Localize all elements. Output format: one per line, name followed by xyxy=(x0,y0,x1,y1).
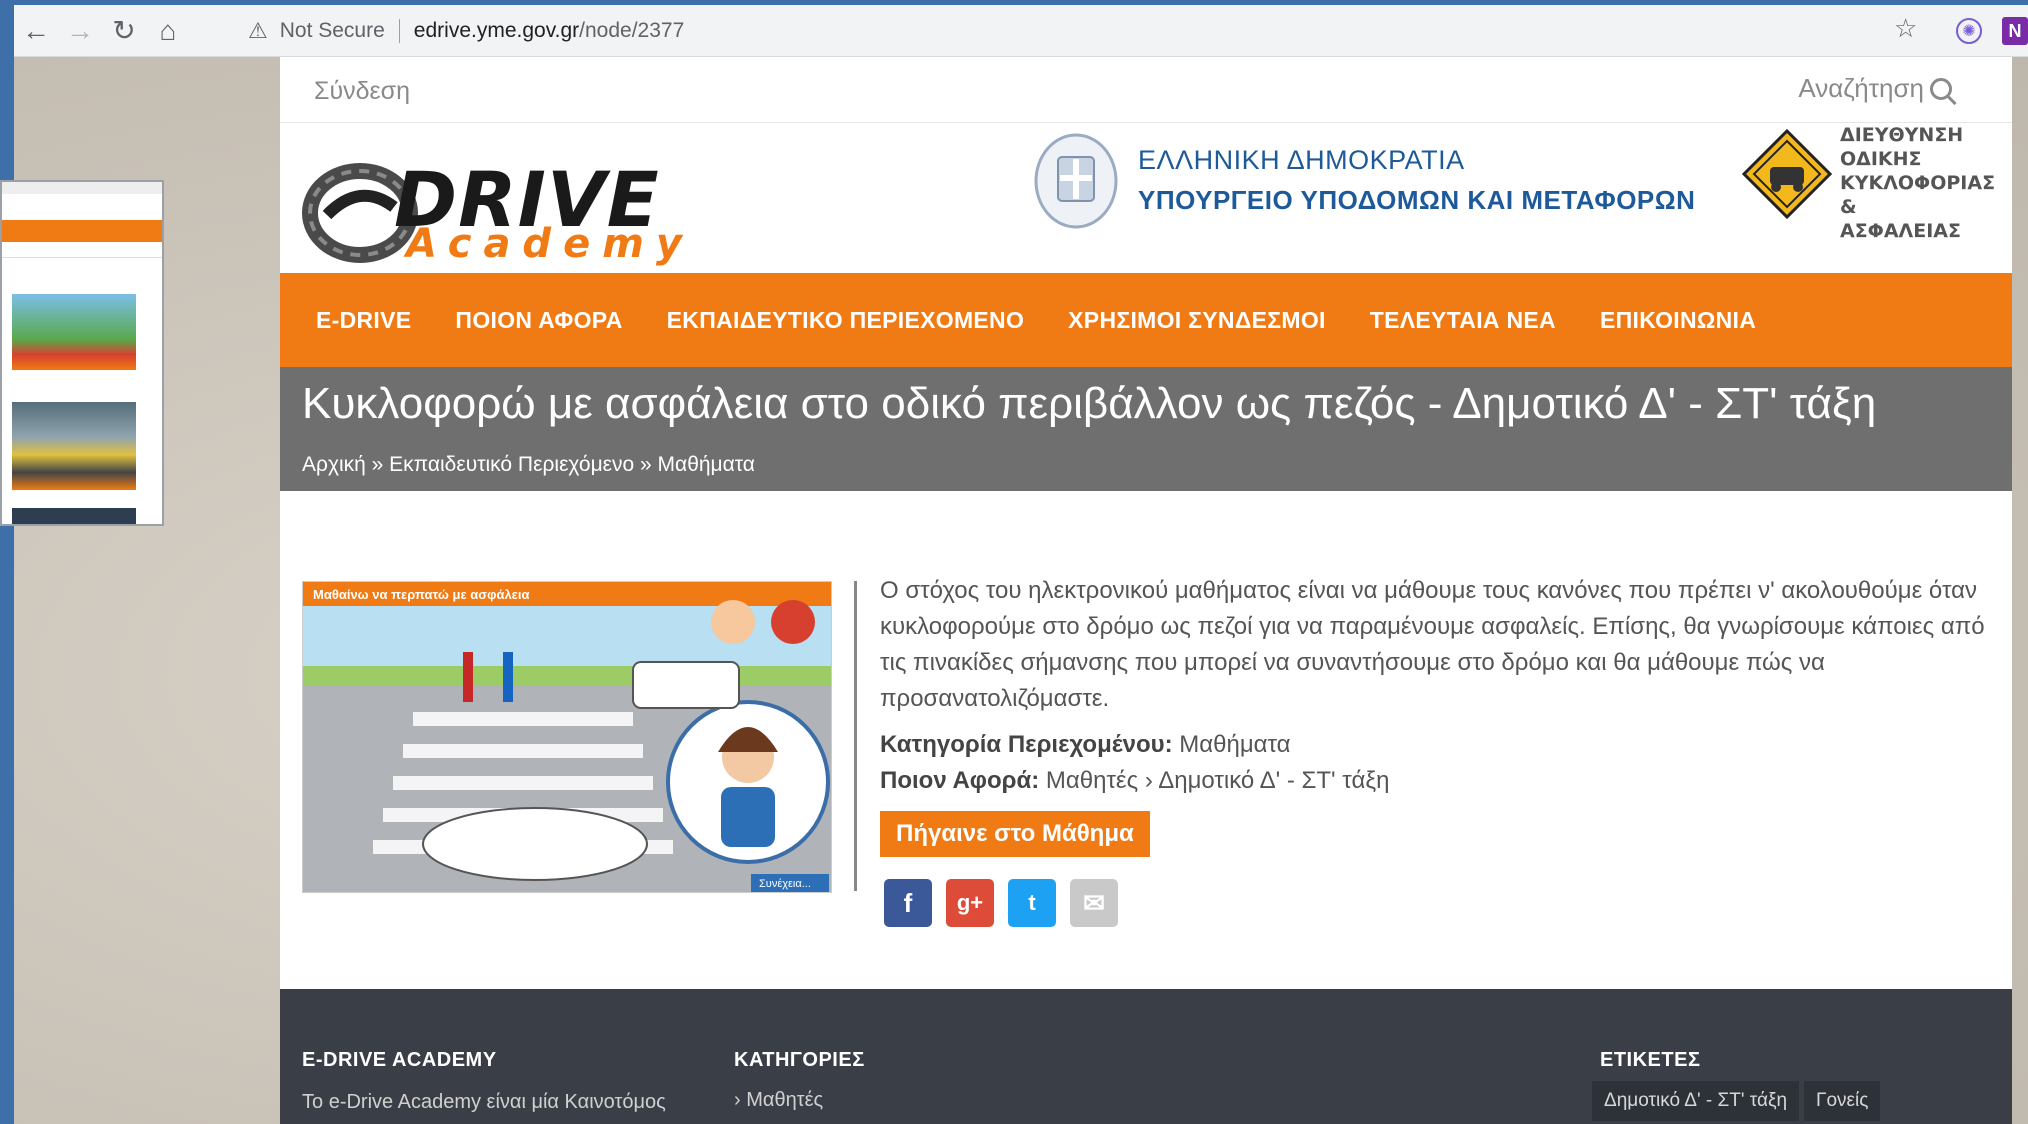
footer-categories-title: ΚΑΤΗΓΟΡΙΕΣ xyxy=(734,1049,865,1071)
security-label[interactable]: Not Secure xyxy=(280,19,385,43)
nav-item-latest-news[interactable]: ΤΕΛΕΥΤΑΙΑ ΝΕΑ xyxy=(1370,307,1556,334)
footer-tag[interactable]: Γονείς xyxy=(1804,1081,1881,1121)
thumbnail-image-3 xyxy=(12,508,136,524)
lesson-description: Ο στόχος του ηλεκτρονικού μαθήματος είνα… xyxy=(880,577,1985,712)
bookmark-star-icon[interactable]: ☆ xyxy=(1894,13,1917,44)
thumbnail-search xyxy=(2,242,162,258)
top-bar: Σύνδεση Αναζήτηση xyxy=(280,57,2012,123)
category-row: Κατηγορία Περιεχομένου: Μαθήματα xyxy=(880,731,1291,759)
title-bar: Κυκλοφορώ με ασφάλεια στο οδικό περιβάλλ… xyxy=(280,367,2012,491)
email-share-icon[interactable]: ✉ xyxy=(1070,879,1118,927)
content-divider xyxy=(854,581,857,891)
go-to-lesson-button[interactable]: Πήγαινε στο Μάθημα xyxy=(880,811,1150,857)
nav-item-useful-links[interactable]: ΧΡΗΣΙΜΟΙ ΣΥΝΔΕΣΜΟΙ xyxy=(1068,307,1326,334)
search-label: Αναζήτηση xyxy=(1798,73,1924,103)
road-safety-sign-icon xyxy=(1742,129,1832,219)
url-path: /node/2377 xyxy=(579,19,685,42)
twitter-share-icon[interactable]: t xyxy=(1008,879,1056,927)
onenote-extension-icon[interactable]: N xyxy=(2002,17,2028,45)
address-bar[interactable]: ⚠ Not Secure edrive.yme.gov.gr/node/2377 xyxy=(236,12,1952,50)
footer-about-text: Το e-Drive Academy είναι μία Καινοτόμος xyxy=(302,1091,666,1113)
warning-icon: ⚠ xyxy=(248,18,268,43)
browser-toolbar: ← → ↻ ⌂ ⚠ Not Secure edrive.yme.gov.gr/n… xyxy=(14,5,2028,57)
directorate-title: ΔΙΕΥΘΥΝΣΗ ΟΔΙΚΗΣ ΚΥΚΛΟΦΟΡΙΑΣ & ΑΣΦΑΛΕΙΑΣ xyxy=(1840,123,2000,243)
logo-academy-text: Academy xyxy=(406,221,694,267)
background-window-thumbnail[interactable] xyxy=(0,180,164,526)
category-label: Κατηγορία Περιεχομένου: xyxy=(880,731,1173,758)
desktop-edge xyxy=(0,0,14,1124)
site-footer: E-DRIVE ACADEMY Το e-Drive Academy είναι… xyxy=(280,989,2012,1124)
footer-category-link[interactable]: › Μαθητές xyxy=(734,1089,823,1112)
footer-tags-title: ΕΤΙΚΕΤΕΣ xyxy=(1600,1049,1701,1071)
search-link[interactable]: Αναζήτηση xyxy=(1798,73,1952,104)
audience-row: Ποιον Αφορά: Μαθητές › Δημοτικό Δ' - ΣΤ'… xyxy=(880,767,1389,795)
nav-item-audience[interactable]: ΠΟΙΟΝ ΑΦΟΡΑ xyxy=(455,307,622,334)
reload-icon[interactable]: ↻ xyxy=(102,9,146,53)
category-value[interactable]: Μαθήματα xyxy=(1179,731,1290,758)
google-plus-share-icon[interactable]: g+ xyxy=(946,879,994,927)
lesson-image-caption: Μαθαίνω να περπατώ με ασφάλεια xyxy=(313,587,529,602)
main-content: Μαθαίνω να περπατώ με ασφάλεια Συνέχεια.… xyxy=(280,491,2012,991)
page-title: Κυκλοφορώ με ασφάλεια στο οδικό περιβάλλ… xyxy=(302,379,1877,428)
home-icon[interactable]: ⌂ xyxy=(146,9,190,53)
audience-label: Ποιον Αφορά: xyxy=(880,767,1040,794)
directorate-line: ΟΔΙΚΗΣ xyxy=(1840,148,1922,170)
main-nav: E-DRIVE ΠΟΙΟΝ ΑΦΟΡΑ ΕΚΠΑΙΔΕΥΤΙΚΟ ΠΕΡΙΕΧΟ… xyxy=(280,273,2012,367)
breadcrumb[interactable]: Αρχική » Εκπαιδευτικό Περιεχόμενο » Μαθή… xyxy=(302,453,755,477)
nav-item-educational-content[interactable]: ΕΚΠΑΙΔΕΥΤΙΚΟ ΠΕΡΙΕΧΟΜΕΝΟ xyxy=(667,307,1025,334)
thumbnail-titlebar xyxy=(2,182,162,194)
nav-item-edrive[interactable]: E-DRIVE xyxy=(316,307,411,334)
directorate-line: ΚΥΚΛΟΦΟΡΙΑΣ & xyxy=(1840,172,1996,218)
site-header: DRIVE Academy ΕΛΛΗΝΙΚΗ ΔΗΜΟΚΡΑΤΙΑ ΥΠΟΥΡΓ… xyxy=(280,123,2012,273)
back-icon[interactable]: ← xyxy=(14,9,58,53)
edrive-logo[interactable]: DRIVE Academy xyxy=(302,151,682,267)
audience-value[interactable]: Μαθητές › Δημοτικό Δ' - ΣΤ' τάξη xyxy=(1046,767,1390,794)
extension-icon[interactable]: ✺ xyxy=(1956,18,1982,44)
search-icon xyxy=(1930,77,1952,100)
lesson-thumbnail-image[interactable]: Μαθαίνω να περπατώ με ασφάλεια Συνέχεια.… xyxy=(302,581,832,893)
web-page: Σύνδεση Αναζήτηση DRIVE Academy ΕΛΛΗΝΙΚΗ… xyxy=(280,57,2012,1124)
thumbnail-header xyxy=(2,194,162,220)
ministry-title: ΥΠΟΥΡΓΕΙΟ ΥΠΟΔΟΜΩΝ ΚΑΙ ΜΕΤΑΦΟΡΩΝ xyxy=(1138,185,1696,215)
url-host: edrive.yme.gov.gr xyxy=(413,19,580,42)
forward-icon[interactable]: → xyxy=(58,9,102,53)
directorate-line: ΔΙΕΥΘΥΝΣΗ xyxy=(1840,124,1964,146)
footer-about-title: E-DRIVE ACADEMY xyxy=(302,1049,497,1071)
footer-tag[interactable]: Δημοτικό Δ' - ΣΤ' τάξη xyxy=(1592,1081,1800,1121)
lesson-illustration: Μαθαίνω να περπατώ με ασφάλεια Συνέχεια.… xyxy=(303,582,831,892)
omnibox-separator xyxy=(398,19,400,43)
thumbnail-image-2 xyxy=(12,402,136,490)
thumbnail-image-1 xyxy=(12,294,136,370)
facebook-share-icon[interactable]: f xyxy=(884,879,932,927)
login-link[interactable]: Σύνδεση xyxy=(314,77,410,106)
lesson-image-continue: Συνέχεια... xyxy=(759,878,811,890)
gov-title: ΕΛΛΗΝΙΚΗ ΔΗΜΟΚΡΑΤΙΑ xyxy=(1138,145,1465,175)
directorate-line: ΑΣΦΑΛΕΙΑΣ xyxy=(1840,220,1961,242)
thumbnail-nav xyxy=(2,220,162,242)
nav-item-contact[interactable]: ΕΠΙΚΟΙΝΩΝΙΑ xyxy=(1600,307,1756,334)
greek-coat-of-arms-icon xyxy=(1034,133,1118,229)
